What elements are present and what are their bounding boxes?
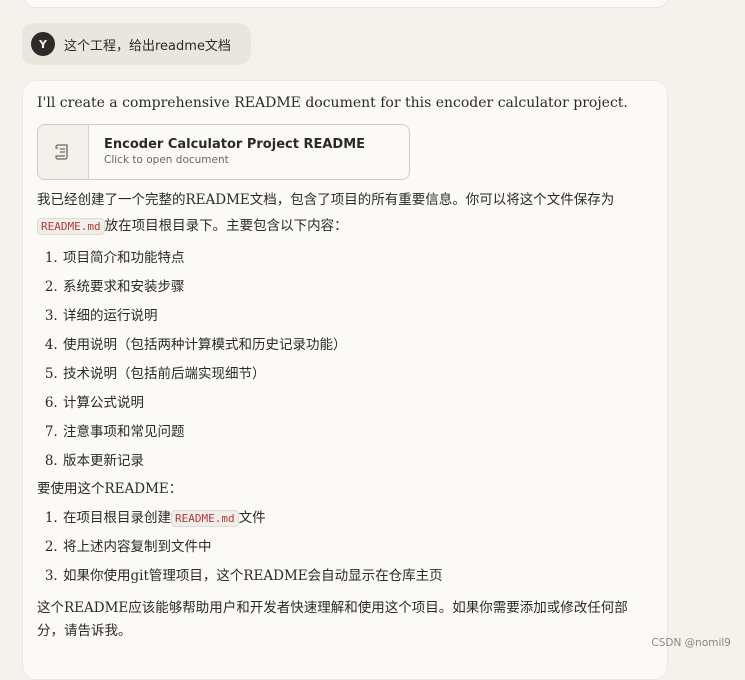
- list-item: 版本更新记录: [62, 447, 653, 476]
- list-item: 技术说明（包括前后端实现细节）: [62, 360, 653, 389]
- readme-filename-code: README.md: [37, 218, 105, 235]
- list-item: 使用说明（包括两种计算模式和历史记录功能）: [62, 331, 653, 360]
- list-item: 详细的运行说明: [62, 302, 653, 331]
- artifact-subtitle: Click to open document: [104, 154, 229, 166]
- list-item: 项目简介和功能特点: [62, 244, 653, 273]
- readme-filename-code: README.md: [171, 510, 239, 527]
- user-avatar: Y: [31, 32, 55, 56]
- list-item: 在项目根目录创建README.md文件: [62, 504, 653, 533]
- user-message-text: 这个工程，给出readme文档: [64, 38, 231, 54]
- summary-paragraph: 我已经创建了一个完整的README文档，包含了项目的所有重要信息。你可以将这个文…: [37, 187, 653, 240]
- document-icon: [38, 125, 89, 179]
- summary-text-2: 放在项目根目录下。主要包含以下内容：: [104, 218, 348, 234]
- step1-text-1: 在项目根目录创建: [63, 510, 171, 526]
- watermark: CSDN @nomil9: [651, 637, 731, 649]
- usage-heading: 要使用这个README：: [37, 481, 183, 497]
- summary-text-1: 我已经创建了一个完整的README文档，包含了项目的所有重要信息。你可以将这个文…: [37, 192, 615, 208]
- step1-text-2: 文件: [238, 510, 266, 526]
- artifact-title: Encoder Calculator Project README: [104, 137, 366, 152]
- list-item: 注意事项和常见问题: [62, 418, 653, 447]
- assistant-reply: I'll create a comprehensive README docum…: [22, 80, 668, 680]
- reply-intro: I'll create a comprehensive README docum…: [37, 95, 628, 111]
- user-message: Y 这个工程，给出readme文档: [22, 23, 251, 65]
- list-item: 将上述内容复制到文件中: [62, 533, 653, 562]
- list-item: 如果你使用git管理项目，这个README会自动显示在仓库主页: [62, 562, 653, 591]
- usage-steps-list: 在项目根目录创建README.md文件 将上述内容复制到文件中 如果你使用git…: [37, 504, 653, 591]
- previous-message-card: [22, 0, 670, 8]
- closing-paragraph: 这个README应该能够帮助用户和开发者快速理解和使用这个项目。如果你需要添加或…: [37, 600, 628, 639]
- contents-list: 项目简介和功能特点 系统要求和安装步骤 详细的运行说明 使用说明（包括两种计算模…: [37, 244, 653, 476]
- list-item: 系统要求和安装步骤: [62, 273, 653, 302]
- list-item: 计算公式说明: [62, 389, 653, 418]
- artifact-card[interactable]: Encoder Calculator Project README Click …: [37, 124, 410, 180]
